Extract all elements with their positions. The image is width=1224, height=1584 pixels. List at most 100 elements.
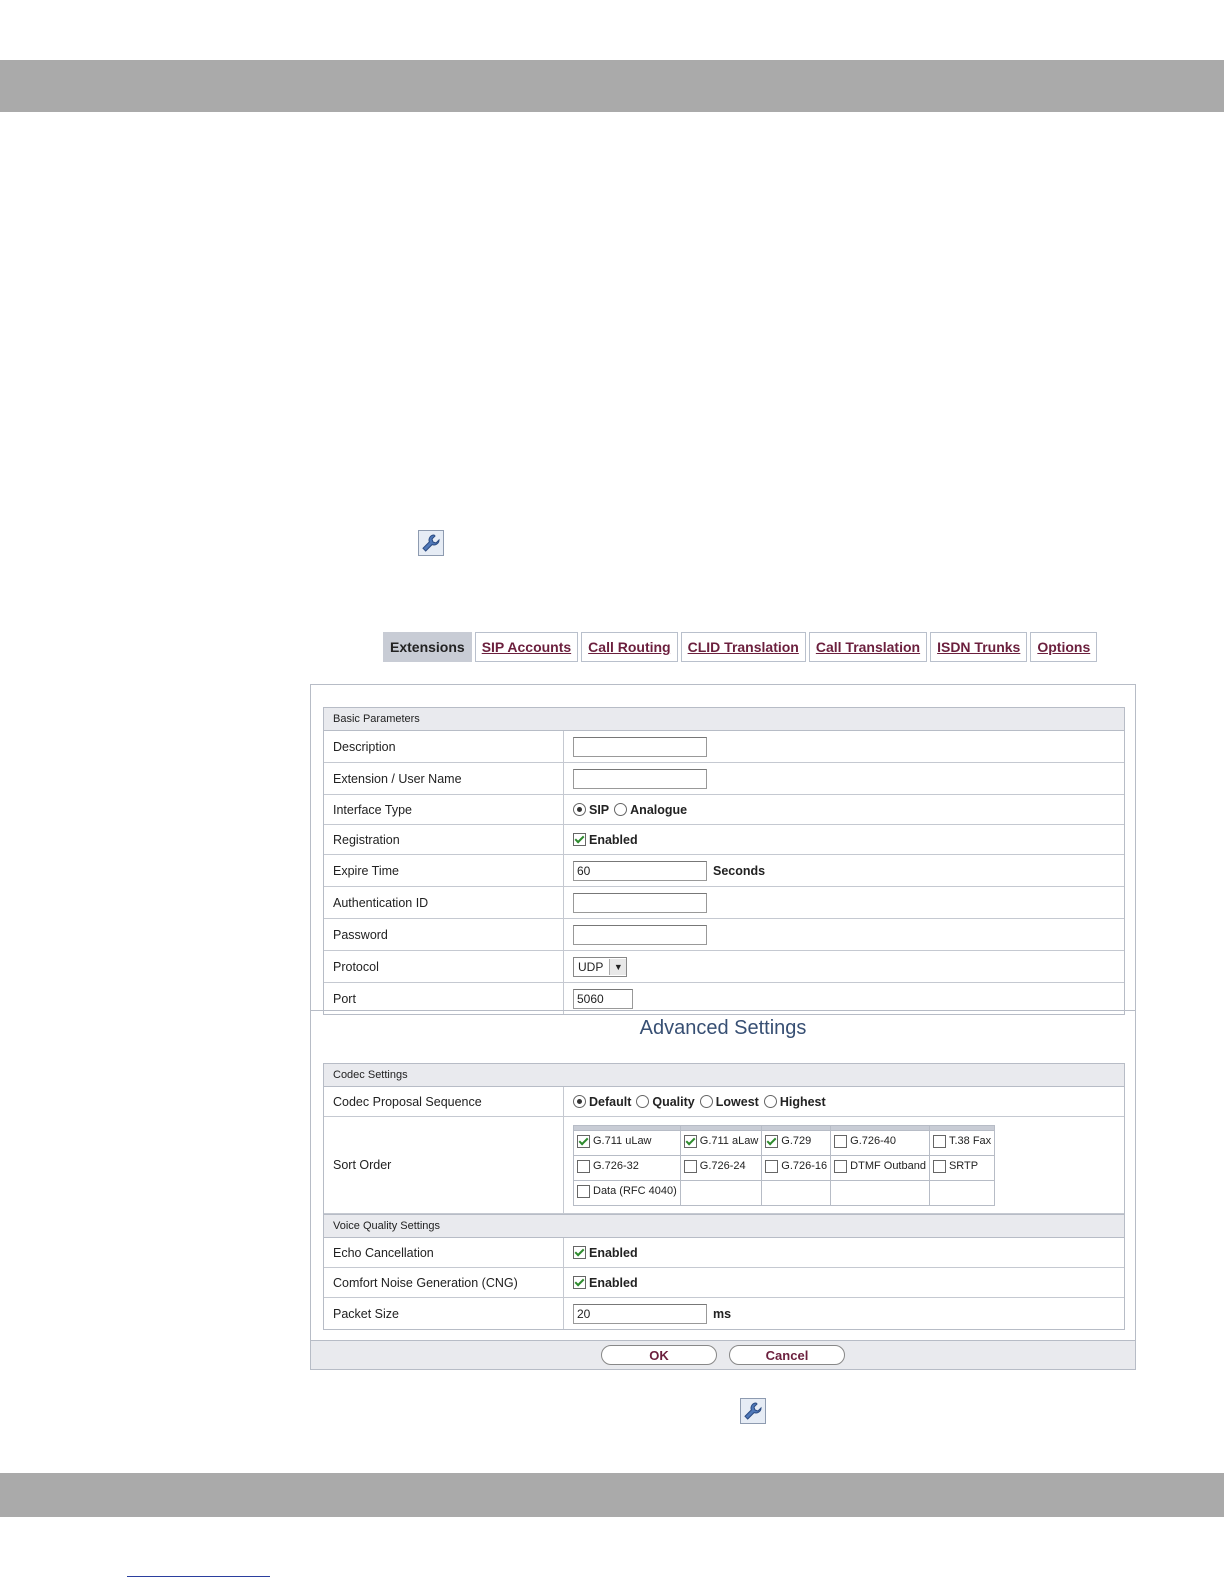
port-input[interactable]: 5060: [573, 988, 633, 1009]
checkbox-checked-icon: [573, 1276, 586, 1289]
codec-g711-alaw-checkbox[interactable]: G.711 aLaw: [683, 1134, 758, 1148]
codec-data-rfc4040-checkbox[interactable]: Data (RFC 4040): [577, 1184, 677, 1198]
ok-button[interactable]: OK: [601, 1345, 717, 1365]
radio-selected-icon: [573, 1095, 586, 1108]
tab-sip-accounts[interactable]: SIP Accounts: [474, 632, 579, 662]
codec-g726-16-checkbox[interactable]: G.726-16: [765, 1159, 827, 1173]
description-input[interactable]: [573, 736, 707, 757]
form-row-protocol: Protocol UDP ▼: [324, 951, 1124, 983]
form-row-codec-proposal: Codec Proposal Sequence Default Quality …: [324, 1087, 1124, 1117]
form-row-authentication-id: Authentication ID: [324, 887, 1124, 919]
field-label: Comfort Noise Generation (CNG): [324, 1268, 564, 1297]
codec-dtmf-outband-checkbox[interactable]: DTMF Outband: [834, 1159, 926, 1173]
password-input[interactable]: [573, 924, 707, 945]
radio-icon: [763, 1095, 777, 1108]
wrench-icon: [740, 1398, 766, 1424]
field-label: Codec Proposal Sequence: [324, 1087, 564, 1116]
form-row-description: Description: [324, 731, 1124, 763]
field-label: Sort Order: [324, 1117, 564, 1213]
footer-rule: [127, 1576, 270, 1577]
extension-input[interactable]: [573, 768, 707, 789]
form-row-expire-time: Expire Time 60 Seconds: [324, 855, 1124, 887]
tab-call-translation[interactable]: Call Translation: [808, 632, 928, 662]
registration-checkbox[interactable]: Enabled: [573, 833, 638, 847]
field-label: Password: [324, 919, 564, 950]
basic-parameters-section: Basic Parameters Description Extension /…: [323, 707, 1125, 1015]
codec-g726-32-checkbox[interactable]: G.726-32: [577, 1159, 639, 1173]
checkbox-checked-icon: [573, 833, 586, 846]
form-row-cng: Comfort Noise Generation (CNG) Enabled: [324, 1268, 1124, 1298]
radio-icon: [636, 1095, 650, 1108]
cng-checkbox[interactable]: Enabled: [573, 1276, 638, 1290]
field-label: Registration: [324, 825, 564, 854]
wrench-icon: [418, 530, 444, 556]
codec-g726-24-checkbox[interactable]: G.726-24: [683, 1159, 746, 1173]
authentication-id-input[interactable]: [573, 892, 707, 913]
checkbox-icon: [765, 1159, 779, 1173]
form-row-extension: Extension / User Name: [324, 763, 1124, 795]
field-label: Packet Size: [324, 1298, 564, 1329]
checkbox-icon: [932, 1134, 946, 1148]
codec-srtp-checkbox[interactable]: SRTP: [932, 1159, 978, 1173]
section-header: Voice Quality Settings: [324, 1214, 1124, 1238]
checkbox-icon: [932, 1159, 946, 1173]
checkbox-icon: [577, 1184, 590, 1198]
field-label: Authentication ID: [324, 887, 564, 918]
tab-options[interactable]: Options: [1030, 632, 1098, 662]
settings-panel: Basic Parameters Description Extension /…: [310, 684, 1136, 1370]
tab-call-routing[interactable]: Call Routing: [581, 632, 678, 662]
codec-g726-40-checkbox[interactable]: G.726-40: [834, 1134, 896, 1148]
checkbox-checked-icon: [577, 1134, 590, 1148]
field-label: Extension / User Name: [324, 763, 564, 794]
protocol-select[interactable]: UDP ▼: [573, 956, 628, 977]
form-row-echo-cancellation: Echo Cancellation Enabled: [324, 1238, 1124, 1268]
field-label: Interface Type: [324, 795, 564, 824]
field-label: Description: [324, 731, 564, 762]
radio-icon: [614, 803, 628, 816]
bottom-band: [0, 1473, 1224, 1517]
checkbox-icon: [683, 1159, 697, 1173]
button-bar: OK Cancel: [311, 1340, 1135, 1369]
proposal-highest-radio[interactable]: Highest: [763, 1095, 826, 1109]
advanced-settings-title: Advanced Settings: [639, 1017, 807, 1039]
radio-selected-icon: [573, 803, 586, 816]
section-header: Codec Settings: [324, 1064, 1124, 1087]
checkbox-checked-icon: [573, 1246, 586, 1259]
divider: [311, 1010, 1135, 1011]
form-row-registration: Registration Enabled: [324, 825, 1124, 855]
form-row-password: Password: [324, 919, 1124, 951]
form-row-packet-size: Packet Size 20 ms: [324, 1298, 1124, 1329]
tab-isdn-trunks[interactable]: ISDN Trunks: [930, 632, 1028, 662]
codec-g729-checkbox[interactable]: G.729: [765, 1134, 811, 1148]
tab-clid-translation[interactable]: CLID Translation: [680, 632, 806, 662]
interface-analogue-radio[interactable]: Analogue: [614, 803, 687, 817]
checkbox-icon: [834, 1134, 848, 1148]
codec-sort-grid: G.711 uLaw G.711 aLaw G.729 G.726-40 T.3…: [573, 1124, 996, 1206]
codec-g711-ulaw-checkbox[interactable]: G.711 uLaw: [577, 1134, 652, 1148]
chevron-down-icon: ▼: [609, 958, 627, 975]
packet-size-input[interactable]: 20: [573, 1303, 707, 1324]
field-label: Expire Time: [324, 855, 564, 886]
cancel-button[interactable]: Cancel: [729, 1345, 845, 1365]
codec-settings-section: Codec Settings Codec Proposal Sequence D…: [323, 1063, 1125, 1330]
unit-label: ms: [713, 1306, 732, 1321]
proposal-quality-radio[interactable]: Quality: [636, 1095, 695, 1109]
checkbox-icon: [577, 1159, 590, 1173]
checkbox-checked-icon: [683, 1134, 697, 1148]
section-header: Basic Parameters: [324, 708, 1124, 731]
form-row-sort-order: Sort Order G.711 uLaw G.711 aLaw G.729 G…: [324, 1117, 1124, 1214]
checkbox-icon: [834, 1159, 848, 1173]
proposal-default-radio[interactable]: Default: [573, 1095, 631, 1109]
top-band: [0, 60, 1224, 112]
checkbox-checked-icon: [765, 1134, 779, 1148]
expire-time-input[interactable]: 60: [573, 860, 707, 881]
interface-sip-radio[interactable]: SIP: [573, 803, 609, 817]
field-label: Protocol: [324, 951, 564, 982]
codec-t38-fax-checkbox[interactable]: T.38 Fax: [932, 1134, 991, 1148]
tab-extensions[interactable]: Extensions: [383, 632, 472, 662]
field-label: Echo Cancellation: [324, 1238, 564, 1267]
form-row-interface-type: Interface Type SIP Analogue: [324, 795, 1124, 825]
echo-cancellation-checkbox[interactable]: Enabled: [573, 1246, 638, 1260]
unit-label: Seconds: [713, 863, 766, 878]
proposal-lowest-radio[interactable]: Lowest: [699, 1095, 759, 1109]
